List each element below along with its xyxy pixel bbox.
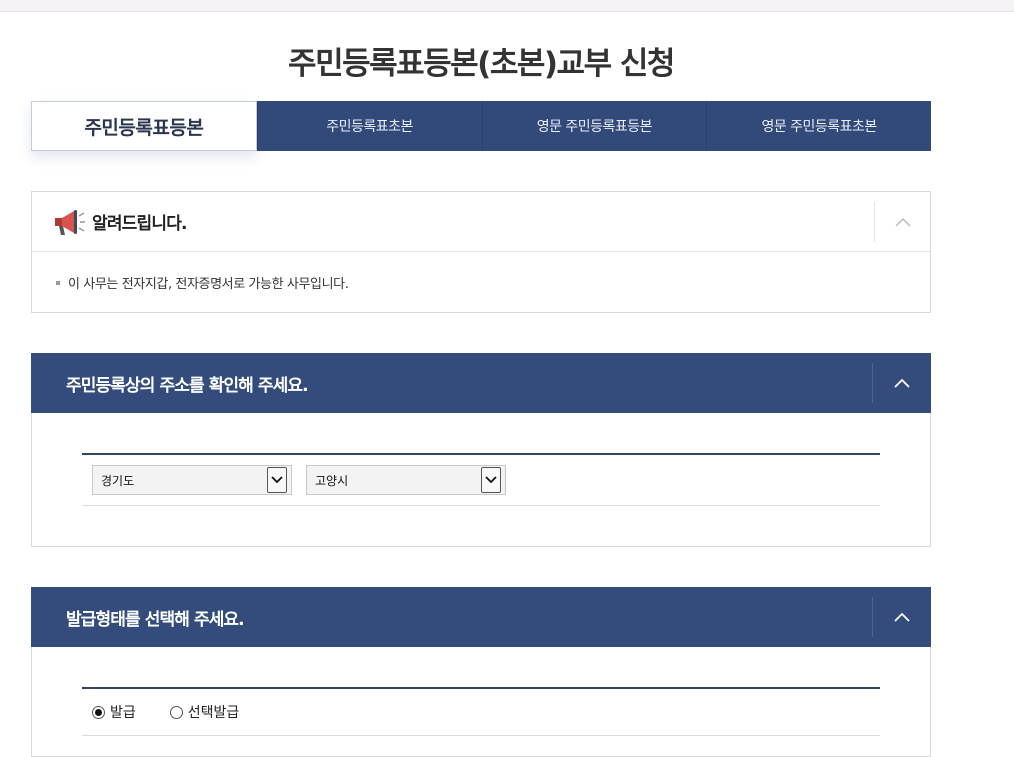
chevron-up-icon — [894, 612, 910, 622]
issue-collapse-button[interactable] — [872, 597, 931, 637]
city-select[interactable]: 고양시 — [306, 465, 506, 495]
address-form: 경기도 고양시 — [82, 453, 880, 506]
city-value: 고양시 — [315, 473, 349, 488]
page-title: 주민등록표등본(초본)교부 신청 — [288, 46, 675, 82]
chevron-up-icon — [894, 378, 910, 388]
address-collapse-button[interactable] — [872, 363, 931, 403]
radio-unchecked-icon — [169, 705, 183, 719]
issue-radio-row: 발급 선택발급 — [82, 689, 880, 735]
radio-selective-issue-label: 선택발급 — [187, 705, 240, 721]
radio-issue-label: 발급 — [110, 705, 136, 721]
province-value: 경기도 — [101, 473, 135, 488]
address-section-title: 주민등록상의 주소를 확인해 주세요. — [66, 375, 309, 396]
province-select[interactable]: 경기도 — [92, 465, 292, 495]
tab-english-resident-abstract[interactable]: 영문 주민등록표초본 — [706, 101, 931, 151]
chevron-up-icon — [895, 218, 910, 227]
issue-type-section: 발급형태를 선택해 주세요. 발급 선택발급 — [31, 587, 931, 757]
tab-resident-copy[interactable]: 주민등록표등본 — [31, 101, 257, 151]
chevron-down-icon — [267, 467, 287, 493]
notice-body: 이 사무는 전자지갑, 전자증명서로 가능한 사무입니다. — [32, 252, 930, 292]
issue-section-title: 발급형태를 선택해 주세요. — [66, 609, 245, 630]
issue-section-header: 발급형태를 선택해 주세요. — [31, 587, 931, 647]
bullet-icon — [56, 280, 60, 285]
megaphone-icon — [55, 209, 85, 235]
radio-checked-icon — [92, 705, 105, 719]
notice-text: 이 사무는 전자지갑, 전자증명서로 가능한 사무입니다. — [68, 277, 349, 292]
notice-collapse-button[interactable] — [874, 202, 930, 242]
address-select-row: 경기도 고양시 — [82, 455, 880, 505]
notice-header: 알려드립니다. — [32, 192, 930, 252]
notice-title: 알려드립니다. — [92, 214, 188, 234]
address-section: 주민등록상의 주소를 확인해 주세요. 경기도 고양시 — [31, 353, 931, 547]
tab-resident-abstract[interactable]: 주민등록표초본 — [256, 101, 482, 151]
tab-english-resident-copy[interactable]: 영문 주민등록표등본 — [481, 101, 707, 151]
notice-panel: 알려드립니다. 이 사무는 전자지갑, 전자증명서로 가능한 사무입니다. — [31, 191, 931, 313]
issue-form: 발급 선택발급 — [82, 687, 880, 736]
radio-issue[interactable]: 발급 — [92, 702, 136, 722]
top-strip — [0, 0, 1014, 12]
tab-bar: 주민등록표등본 주민등록표초본 영문 주민등록표등본 영문 주민등록표초본 — [31, 101, 931, 151]
chevron-down-icon — [481, 467, 501, 493]
address-section-header: 주민등록상의 주소를 확인해 주세요. — [31, 353, 931, 413]
radio-selective-issue[interactable]: 선택발급 — [169, 702, 240, 722]
